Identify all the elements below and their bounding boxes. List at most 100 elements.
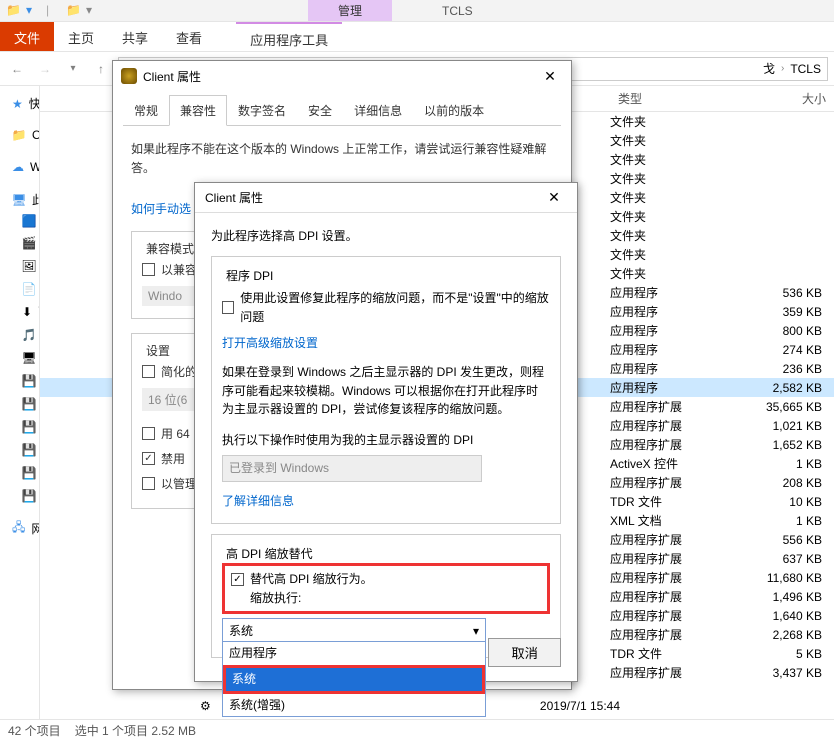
- sidebar-item[interactable]: 🎵音乐: [0, 323, 39, 346]
- cell-size: 1 KB: [730, 514, 834, 528]
- drive-icon: ⬇: [22, 305, 32, 319]
- cell-size: 536 KB: [730, 286, 834, 300]
- cell-size: 11,680 KB: [730, 571, 834, 585]
- high-dpi-dialog: Client 属性 ✕ 为此程序选择高 DPI 设置。 程序 DPI 使用此设置…: [194, 182, 578, 682]
- sidebar-item[interactable]: 🎬视频: [0, 231, 39, 254]
- pin-icon[interactable]: ▾: [26, 3, 42, 19]
- sidebar-item[interactable]: ⬇下载: [0, 300, 39, 323]
- cell-size: 800 KB: [730, 324, 834, 338]
- cell-type: 文件夹: [610, 246, 730, 263]
- breadcrumb-segment[interactable]: 戈: [763, 60, 775, 77]
- tab-app-tools[interactable]: 应用程序工具: [236, 22, 342, 51]
- down-icon[interactable]: ▾: [86, 3, 102, 19]
- sidebar-item[interactable]: 💾游戏盘2 (F:: [0, 438, 39, 461]
- tab-general[interactable]: 常规: [123, 95, 169, 125]
- breadcrumb-segment[interactable]: TCLS: [790, 62, 821, 76]
- sidebar-item[interactable]: 💾游戏盘1 (E:: [0, 415, 39, 438]
- status-selection: 选中 1 个项目 2.52 MB: [75, 722, 196, 739]
- close-button[interactable]: ✕: [541, 189, 567, 206]
- sidebar-item[interactable]: 🖥桌面: [0, 346, 39, 369]
- sidebar-item[interactable]: 💾工作盘 (G:): [0, 461, 39, 484]
- close-button[interactable]: ✕: [537, 68, 563, 85]
- cell-size: 1,496 KB: [730, 590, 834, 604]
- combo-option-system[interactable]: 系统: [226, 668, 482, 691]
- sidebar-item[interactable]: 💾软件磁盘 (D:: [0, 392, 39, 415]
- combo-option-system-enhanced[interactable]: 系统(增强): [223, 694, 485, 717]
- cell-type: 应用程序扩展: [610, 664, 730, 681]
- folder-icon: 📁: [12, 128, 26, 142]
- sidebar-network[interactable]: 🖧网络: [0, 517, 39, 540]
- file-date: 2019/7/1 15:44: [540, 699, 620, 713]
- tab-previous[interactable]: 以前的版本: [413, 95, 495, 125]
- column-type[interactable]: 类型: [610, 86, 730, 111]
- checkbox-icon: [142, 365, 155, 378]
- cell-type: 文件夹: [610, 113, 730, 130]
- cell-type: 应用程序: [610, 284, 730, 301]
- compat-description: 如果此程序不能在这个版本的 Windows 上正常工作，请尝试运行兼容性疑难解答…: [131, 140, 553, 178]
- sidebar-this-pc[interactable]: 🖥此电脑: [0, 188, 39, 211]
- drive-icon: 💾: [22, 443, 36, 457]
- star-icon: ★: [12, 97, 23, 111]
- checkbox-override-dpi[interactable]: ✓替代高 DPI 缩放行为。: [231, 570, 541, 589]
- drive-icon: 💾: [22, 374, 36, 388]
- checkbox-icon: ✓: [231, 573, 244, 586]
- tab-file[interactable]: 文件: [0, 22, 54, 51]
- cancel-button[interactable]: 取消: [488, 638, 561, 667]
- divider-icon: |: [46, 3, 62, 19]
- cell-type: 应用程序: [610, 360, 730, 377]
- column-size[interactable]: 大小: [730, 86, 834, 111]
- tab-details[interactable]: 详细信息: [343, 95, 413, 125]
- drive-icon: 🎬: [22, 236, 36, 250]
- sidebar-item[interactable]: 💾个人盘 (H:): [0, 484, 39, 507]
- tab-home[interactable]: 主页: [54, 22, 108, 51]
- pc-icon: 🖥: [12, 193, 26, 207]
- back-button[interactable]: ←: [6, 58, 28, 80]
- drive-icon: 🖼: [22, 259, 36, 273]
- tab-signature[interactable]: 数字签名: [227, 95, 297, 125]
- checkbox-fix-scaling[interactable]: 使用此设置修复此程序的缩放问题，而不是"设置"中的缩放问题: [222, 285, 550, 330]
- forward-button[interactable]: →: [34, 58, 56, 80]
- checkbox-icon: ✓: [142, 452, 155, 465]
- cell-type: 应用程序: [610, 379, 730, 396]
- context-tab-label: 管理: [308, 0, 392, 21]
- checkbox-icon: [142, 427, 155, 440]
- checkbox-icon: [142, 263, 155, 276]
- folder-icon[interactable]: 📁: [6, 3, 22, 19]
- group-program-dpi: 程序 DPI: [222, 267, 277, 286]
- group-dpi-override: 高 DPI 缩放替代: [222, 545, 317, 564]
- tab-security[interactable]: 安全: [297, 95, 343, 125]
- cell-size: 2,268 KB: [730, 628, 834, 642]
- chevron-down-icon: ▾: [473, 622, 479, 641]
- fieldset-compat-mode: 兼容模式: [142, 240, 198, 257]
- cell-type: 应用程序扩展: [610, 474, 730, 491]
- tab-compatibility[interactable]: 兼容性: [169, 95, 227, 126]
- drive-icon: 💾: [22, 397, 36, 411]
- cell-size: 1,021 KB: [730, 419, 834, 433]
- folder-icon[interactable]: 📁: [66, 3, 82, 19]
- open-advanced-link[interactable]: 打开高级缩放设置: [222, 334, 550, 353]
- chevron-right-icon[interactable]: ›: [781, 63, 784, 74]
- tab-share[interactable]: 共享: [108, 22, 162, 51]
- app-icon: [121, 68, 137, 84]
- learn-more-link[interactable]: 了解详细信息: [222, 492, 550, 511]
- combo-option-application[interactable]: 应用程序: [223, 642, 485, 665]
- dialog-title: Client 属性: [205, 189, 263, 206]
- up-button[interactable]: ↑: [90, 58, 112, 80]
- sidebar-item[interactable]: 🟦3D Objects: [0, 211, 39, 231]
- combo-scaling-list[interactable]: 应用程序 系统 系统(增强): [222, 641, 486, 717]
- sidebar-onedrive[interactable]: 📁OneDrive: [0, 125, 39, 145]
- sidebar-wps[interactable]: ☁WPS网盘: [0, 155, 39, 178]
- file-icon: ⚙: [200, 699, 211, 713]
- cell-size: 1 KB: [730, 457, 834, 471]
- window-title: TCLS: [442, 4, 473, 18]
- sidebar-quick-access[interactable]: ★快速访问: [0, 92, 39, 115]
- recent-dropdown[interactable]: ▾: [62, 58, 84, 80]
- sidebar-item[interactable]: 🖼图片: [0, 254, 39, 277]
- tab-view[interactable]: 查看: [162, 22, 216, 51]
- navigation-pane[interactable]: ★快速访问 📁OneDrive ☁WPS网盘 🖥此电脑 🟦3D Objects🎬…: [0, 86, 40, 719]
- sidebar-item[interactable]: 📄文档: [0, 277, 39, 300]
- cell-type: 文件夹: [610, 227, 730, 244]
- sidebar-item[interactable]: 💾本地磁盘 (C:: [0, 369, 39, 392]
- checkbox-icon: [142, 477, 155, 490]
- cell-size: 2,582 KB: [730, 381, 834, 395]
